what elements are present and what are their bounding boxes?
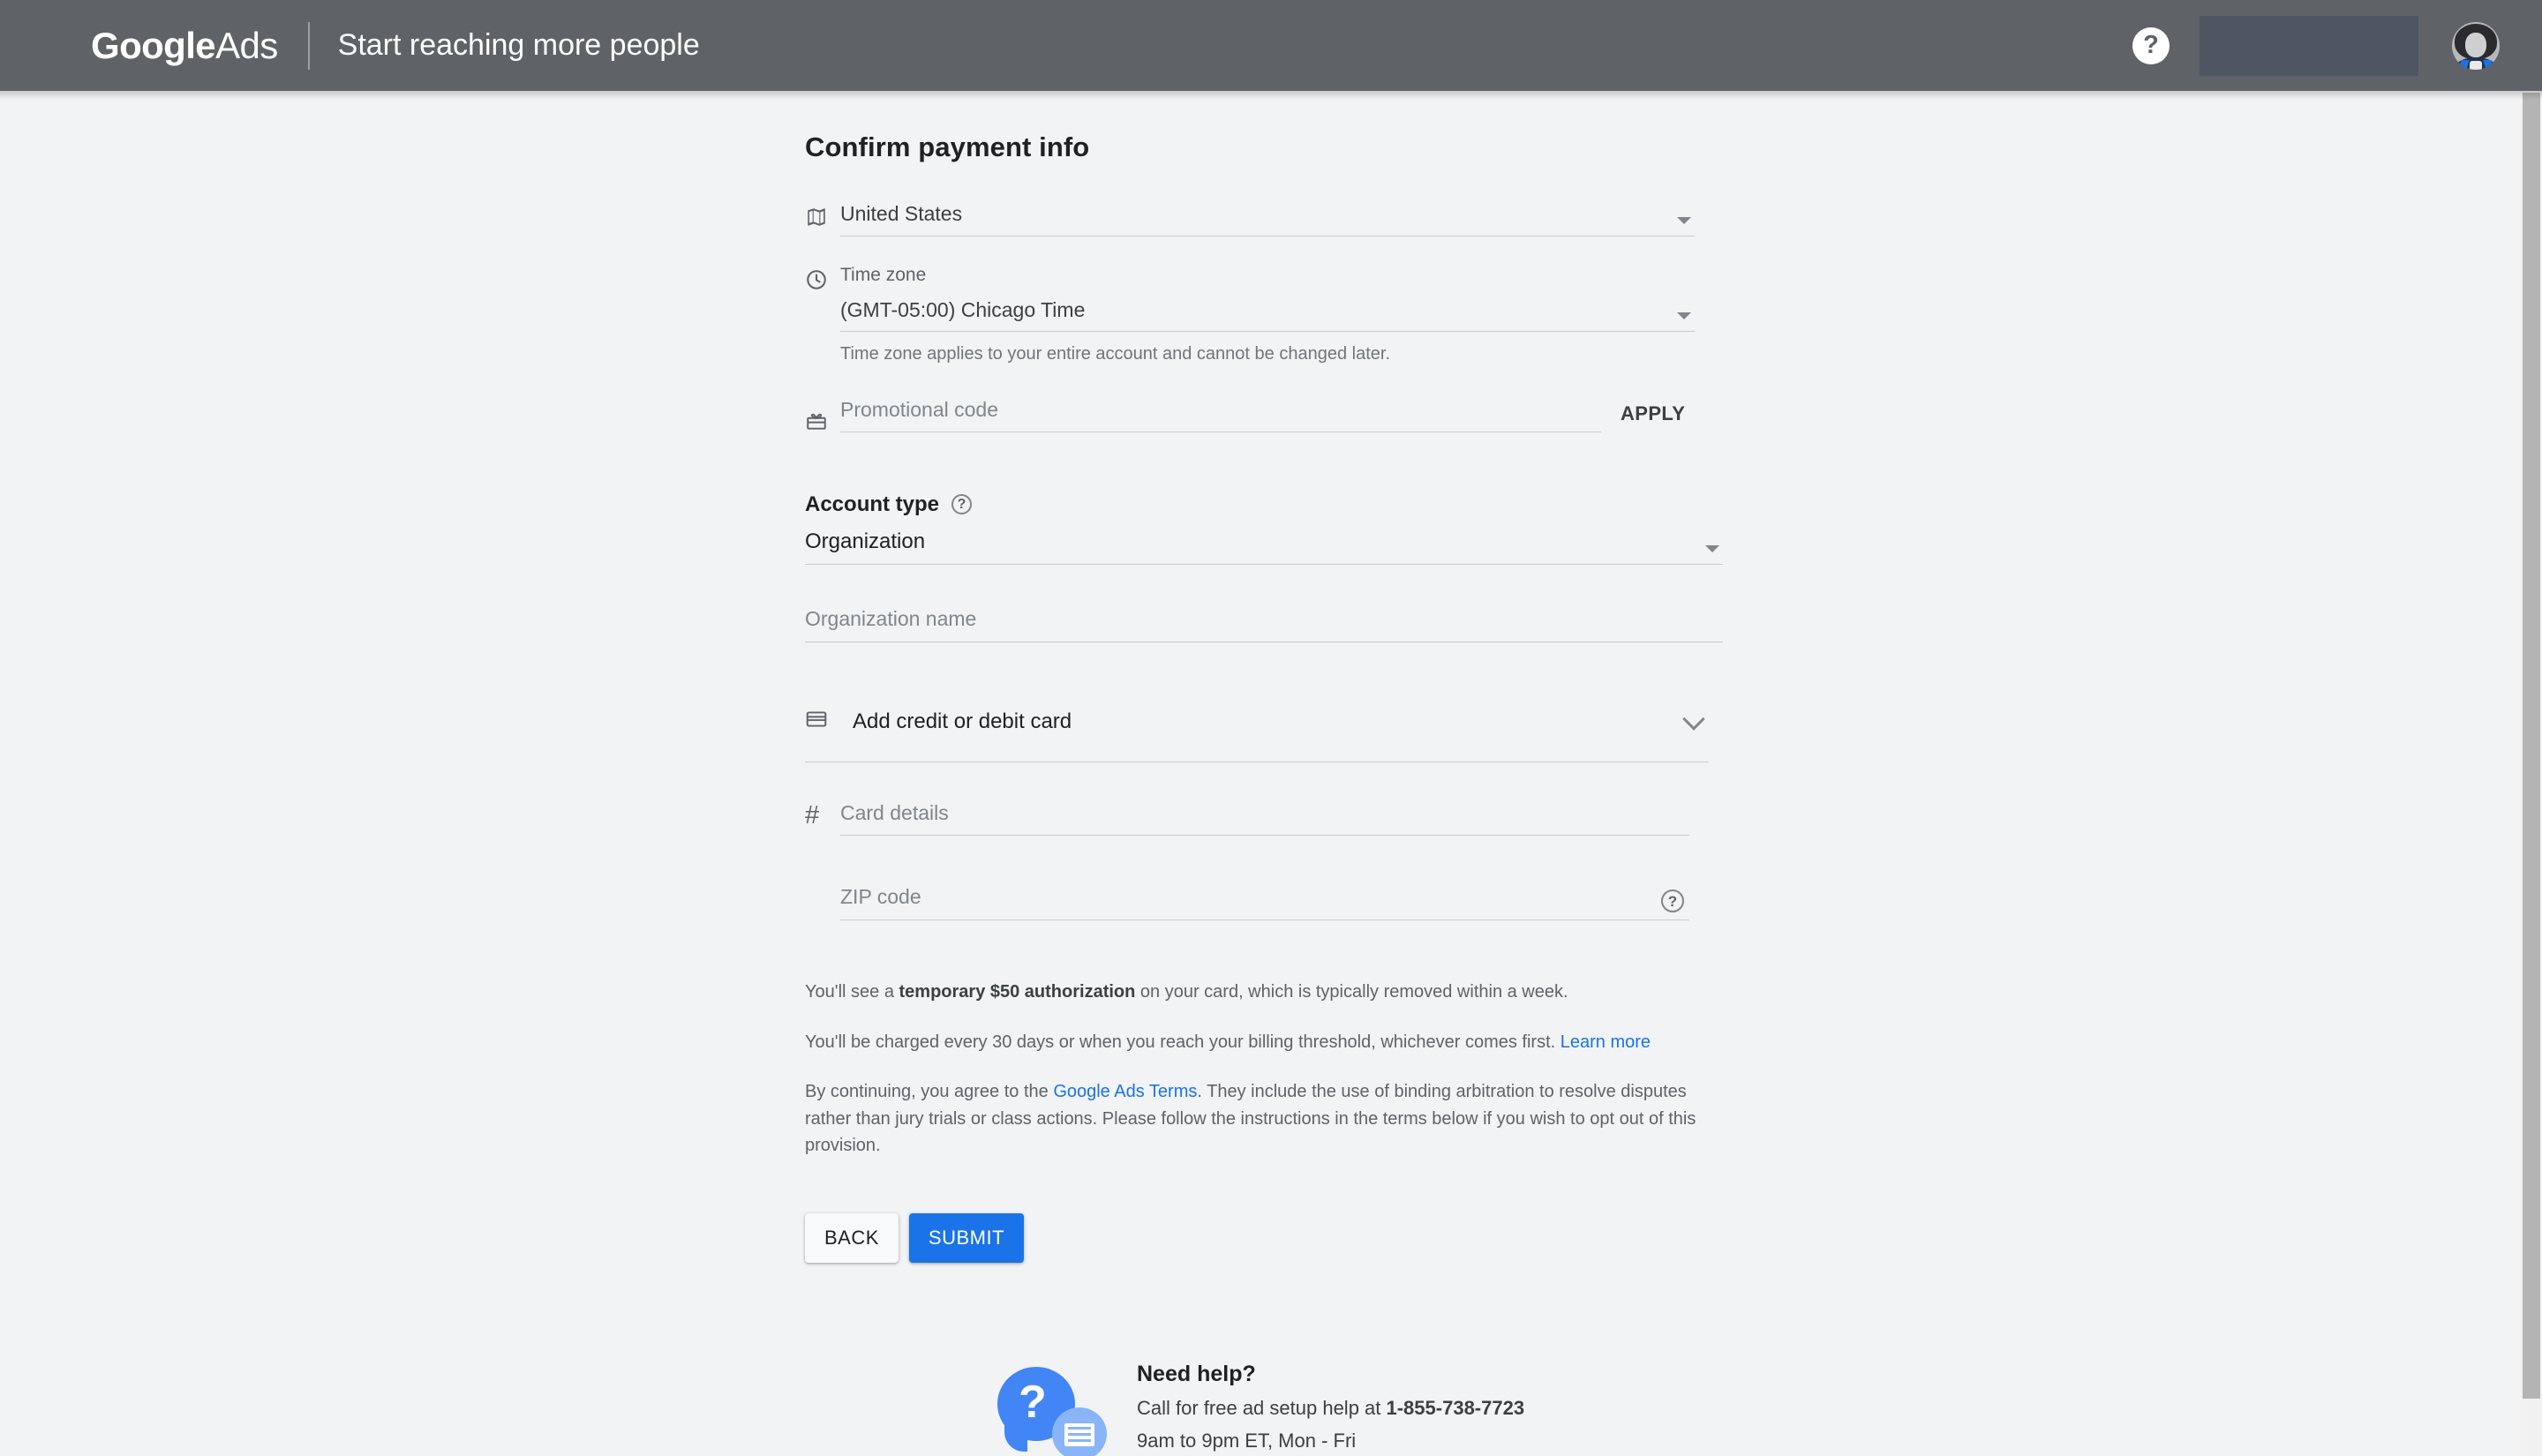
zip-code-input[interactable]: ZIP code ?	[840, 885, 1689, 921]
avatar[interactable]	[2452, 21, 2500, 70]
card-details-row: # Card details	[805, 801, 1723, 836]
card-details-body: Card details	[840, 801, 1723, 836]
account-type-help-icon[interactable]: ?	[951, 494, 973, 515]
google-ads-logo: GoogleAds	[91, 25, 278, 67]
scrollbar-thumb[interactable]	[2523, 93, 2540, 1399]
support-phone-number: 1-855-738-7723	[1386, 1397, 1525, 1419]
chevron-down-icon	[1705, 544, 1719, 552]
need-help-title: Need help?	[1137, 1362, 1256, 1386]
submit-button[interactable]: SUBMIT	[908, 1213, 1025, 1264]
avatar-collar	[2470, 60, 2482, 70]
brand-divider	[307, 21, 310, 70]
app-header: GoogleAds Start reaching more people ?	[0, 0, 2542, 91]
billing-notice: You'll be charged every 30 days or when …	[805, 1029, 1705, 1055]
timezone-field-body: Time zone (GMT-05:00) Chicago Time Time …	[840, 265, 1723, 365]
country-field-body: United States	[840, 202, 1723, 236]
timezone-helper-text: Time zone applies to your entire account…	[840, 344, 1390, 364]
zip-code-placeholder: ZIP code	[840, 884, 921, 908]
form-actions: BACK SUBMIT	[805, 1213, 1723, 1264]
help-icon[interactable]: ?	[2132, 26, 2170, 64]
timezone-select[interactable]: (GMT-05:00) Chicago Time	[840, 298, 1695, 333]
account-type-header: Account type ?	[805, 492, 1723, 517]
card-details-placeholder: Card details	[840, 801, 949, 825]
promo-input-placeholder: Promotional code	[840, 398, 998, 422]
account-type-select[interactable]: Organization	[805, 529, 1723, 565]
account-type-section: Account type ? Organization Organization…	[805, 492, 1723, 643]
chevron-down-icon	[1682, 708, 1705, 731]
hash-icon: #	[805, 801, 820, 830]
auth-suffix: on your card, which is typically removed…	[1135, 982, 1568, 1002]
account-info-block[interactable]	[2200, 15, 2418, 76]
brand: GoogleAds Start reaching more people	[91, 21, 700, 70]
timezone-row: Time zone (GMT-05:00) Chicago Time Time …	[805, 265, 1723, 365]
apply-promo-button[interactable]: APPLY	[1621, 402, 1685, 432]
document-glyph	[1064, 1423, 1094, 1446]
map-icon	[805, 202, 840, 229]
payment-form: Confirm payment info United States Time …	[805, 131, 1723, 1264]
chevron-down-icon	[1677, 216, 1691, 224]
timezone-value: (GMT-05:00) Chicago Time	[840, 297, 1086, 321]
organization-name-input[interactable]: Organization name	[805, 607, 1723, 643]
terms-notice: By continuing, you agree to the Google A…	[805, 1078, 1705, 1159]
chat-bubble-tail	[1004, 1425, 1027, 1452]
google-ads-terms-link[interactable]: Google Ads Terms	[1053, 1082, 1197, 1101]
terms-prefix: By continuing, you agree to the	[805, 1082, 1054, 1102]
authorization-notice: You'll see a temporary $50 authorization…	[805, 979, 1705, 1005]
account-type-label: Account type	[805, 492, 940, 516]
auth-bold: temporary $50 authorization	[899, 982, 1136, 1002]
clock-icon	[805, 265, 840, 291]
promo-input-wrap[interactable]: Promotional code	[840, 398, 1601, 432]
chat-bubble-icon: ?	[997, 1362, 1109, 1456]
country-value: United States	[840, 202, 963, 225]
add-card-accordion[interactable]: Add credit or debit card	[805, 708, 1709, 763]
need-help-footer: ? Need help? Call for free ad setup help…	[997, 1362, 1524, 1456]
page-content: Confirm payment info United States Time …	[0, 91, 2521, 1456]
country-row: United States	[805, 202, 1723, 236]
back-button[interactable]: BACK	[805, 1213, 899, 1264]
billing-text: You'll be charged every 30 days or when …	[805, 1032, 1561, 1052]
chevron-down-icon	[1677, 312, 1691, 320]
call-prefix: Call for free ad setup help at	[1137, 1397, 1387, 1419]
learn-more-link[interactable]: Learn more	[1561, 1032, 1651, 1052]
need-help-hours: 9am to 9pm ET, Mon - Fri	[1137, 1429, 1357, 1452]
vertical-scrollbar[interactable]	[2521, 91, 2542, 1456]
promo-row: Promotional code APPLY	[805, 398, 1723, 432]
header-tagline: Start reaching more people	[337, 28, 700, 62]
header-actions: ?	[2132, 15, 2500, 76]
zip-help-icon[interactable]: ?	[1661, 889, 1684, 913]
logo-ads-text: Ads	[215, 24, 278, 66]
add-card-title: Add credit or debit card	[853, 709, 1072, 733]
timezone-label: Time zone	[840, 264, 927, 285]
credit-card-icon	[805, 708, 828, 735]
auth-prefix: You'll see a	[805, 982, 899, 1002]
country-select[interactable]: United States	[840, 202, 1695, 236]
card-details-input[interactable]: Card details	[840, 801, 1689, 836]
gift-icon	[805, 406, 840, 432]
page-title: Confirm payment info	[805, 131, 1090, 162]
need-help-text: Need help? Call for free ad setup help a…	[1137, 1362, 1524, 1456]
chat-bubble-question-mark: ?	[1019, 1377, 1047, 1428]
organization-name-placeholder: Organization name	[805, 606, 977, 630]
need-help-phone-line: Call for free ad setup help at 1-855-738…	[1137, 1396, 1524, 1421]
account-type-value: Organization	[805, 529, 926, 553]
logo-google-text: Google	[91, 24, 216, 66]
avatar-face	[2465, 32, 2486, 57]
fineprint: You'll see a temporary $50 authorization…	[805, 979, 1705, 1159]
